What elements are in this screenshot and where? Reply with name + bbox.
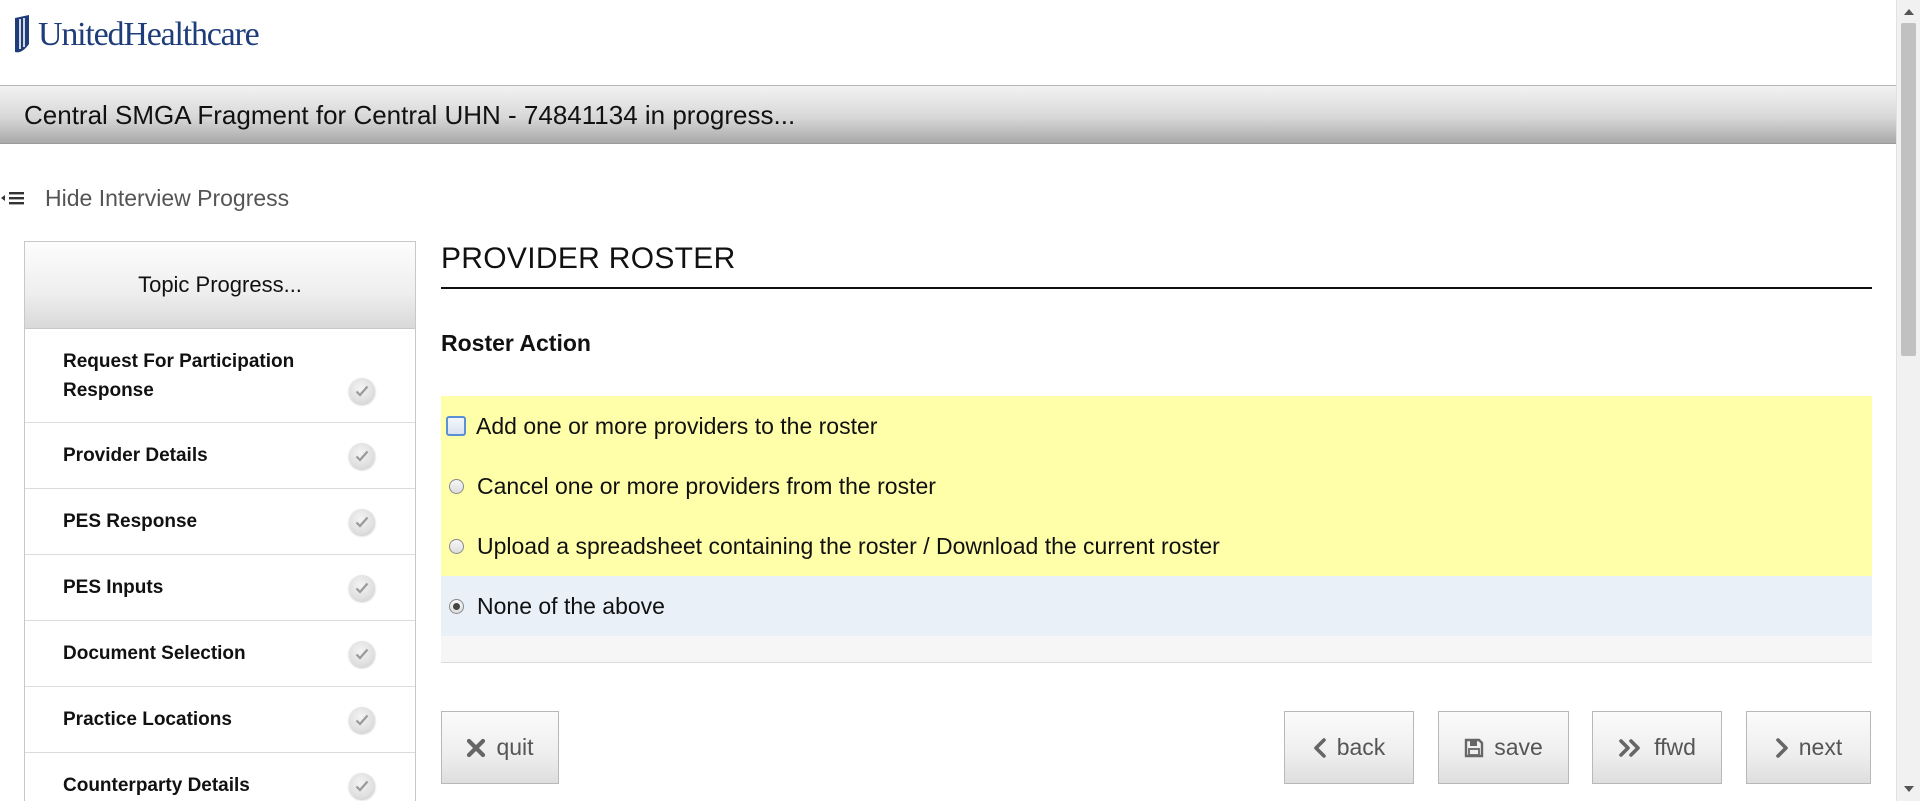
logo-bar: UnitedHealthcare [0,0,1896,85]
fast-forward-icon [1618,738,1644,758]
options-divider [441,636,1872,663]
topic-item-label: Document Selection [63,643,246,664]
option-label: Add one or more providers to the roster [476,412,878,439]
roster-action-options: Add one or more providers to the roster … [441,396,1872,663]
topic-item-pes-response[interactable]: PES Response [25,489,415,555]
topic-item-provider-details[interactable]: Provider Details [25,423,415,489]
topic-item-counterparty-details[interactable]: Counterparty Details [25,753,415,801]
brand-shield-icon [15,15,29,53]
back-label: back [1336,734,1386,760]
topic-item-label: PES Response [63,511,198,532]
option-label: None of the above [477,592,665,619]
topic-item-document-selection[interactable]: Document Selection [25,621,415,687]
save-label: save [1494,734,1543,760]
check-icon [349,772,375,799]
ffwd-button[interactable]: ffwd [1592,711,1722,784]
quit-button[interactable]: quit [441,711,559,784]
check-icon [349,706,375,733]
option-label: Upload a spreadsheet containing the rost… [477,532,1220,559]
topic-item-request-for-participation-response[interactable]: Request For Participation Response [25,329,415,423]
brand-logo[interactable]: UnitedHealthcare [12,14,260,56]
page-heading: PROVIDER ROSTER [441,240,1872,289]
option-label: Cancel one or more providers from the ro… [477,472,936,499]
check-icon [349,442,375,469]
topic-progress-panel: Topic Progress... Request For Participat… [24,241,416,801]
check-icon [349,377,375,404]
save-button[interactable]: save [1438,711,1569,784]
topic-item-pes-inputs[interactable]: PES Inputs [25,555,415,621]
scrollbar-thumb[interactable] [1901,23,1916,356]
back-button[interactable]: back [1284,711,1414,784]
radio-add-providers[interactable] [446,416,466,436]
brand-logo-text: UnitedHealthcare [38,16,260,53]
topic-progress-title: Topic Progress... [25,242,415,329]
scroll-down-arrow-icon[interactable] [1897,779,1920,799]
roster-action-label: Roster Action [441,330,591,356]
option-cancel-providers[interactable]: Cancel one or more providers from the ro… [441,456,1872,516]
topic-item-label: PES Inputs [63,577,164,598]
topic-item-label: Provider Details [63,445,208,466]
option-upload-spreadsheet[interactable]: Upload a spreadsheet containing the rost… [441,516,1872,576]
hide-interview-progress-toggle[interactable]: Hide Interview Progress [0,183,289,213]
topic-item-label: Practice Locations [63,709,232,730]
radio-none-of-the-above[interactable] [449,598,464,614]
chevron-left-icon [1313,737,1327,758]
next-label: next [1798,734,1843,760]
option-none-of-the-above[interactable]: None of the above [441,576,1872,636]
check-icon [349,574,375,601]
option-add-providers[interactable]: Add one or more providers to the roster [441,396,1872,456]
close-icon [466,738,486,758]
quit-label: quit [496,734,534,760]
page: UnitedHealthcare Central SMGA Fragment f… [0,0,1920,801]
main-content: PROVIDER ROSTER Roster Action Add one or… [441,240,1872,663]
check-icon [349,508,375,535]
topic-item-label: Counterparty Details [63,775,250,796]
title-bar: Central SMGA Fragment for Central UHN - … [0,85,1896,144]
page-title: Central SMGA Fragment for Central UHN - … [24,100,796,130]
check-icon [349,640,375,667]
ffwd-label: ffwd [1654,734,1696,760]
topic-item-label: Request For Participation Response [63,350,295,401]
collapse-list-icon [0,183,28,213]
radio-upload-spreadsheet[interactable] [449,538,464,554]
radio-cancel-providers[interactable] [449,478,464,494]
floppy-disk-icon [1464,738,1484,758]
vertical-scrollbar[interactable] [1896,0,1920,801]
hide-interview-progress-label: Hide Interview Progress [45,184,290,211]
topic-item-practice-locations[interactable]: Practice Locations [25,687,415,753]
scroll-up-arrow-icon[interactable] [1897,2,1920,22]
chevron-right-icon [1775,737,1789,758]
next-button[interactable]: next [1746,711,1871,784]
